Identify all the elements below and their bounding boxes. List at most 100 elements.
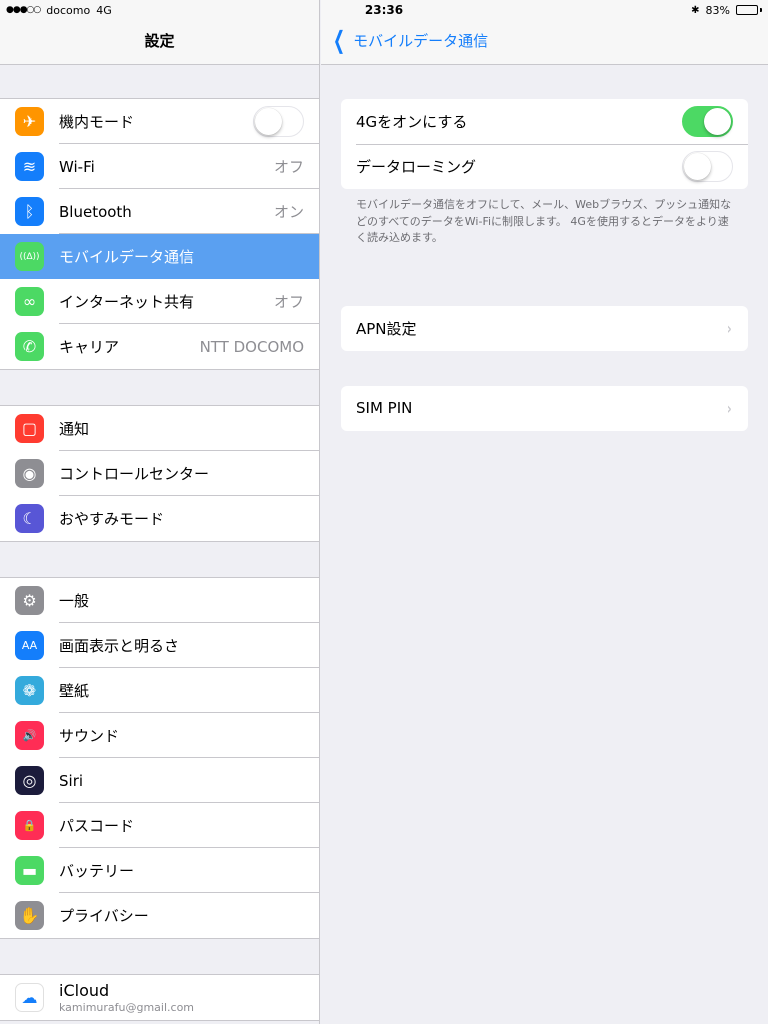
lte-label: 4Gをオンにする	[356, 113, 468, 131]
control-center-icon: ◉	[15, 459, 44, 488]
sidebar-item-label: iCloud	[59, 981, 110, 1000]
phone-icon: ✆	[15, 332, 44, 361]
account-email: kamimurafu@gmail.com	[59, 1001, 195, 1014]
battery-percent: 83%	[705, 3, 730, 17]
sidebar-item-label: Siri	[59, 771, 84, 790]
sidebar-item-label: Wi-Fi	[59, 157, 95, 176]
sidebar-item-label: 壁紙	[59, 682, 90, 700]
apn-settings-row[interactable]: APN設定 ›	[341, 306, 748, 351]
cellular-options-card: 4Gをオンにする データローミング	[341, 99, 748, 189]
sidebar-item[interactable]: ☁ iCloud kamimurafu@gmail.com	[0, 975, 319, 1020]
sidebar-item-label: 画面表示と明るさ	[59, 637, 180, 655]
status-time: 23:36	[364, 3, 404, 17]
chevron-right-icon: ›	[727, 398, 733, 418]
bluetooth-icon: ᛒ	[15, 197, 44, 226]
data-roaming-toggle[interactable]	[682, 151, 733, 182]
airplane-icon: ✈	[15, 107, 44, 136]
sidebar-item[interactable]: ◉ コントロールセンター	[0, 451, 319, 496]
settings-list: ✈ 機内モード ≋ Wi-Fi オフ ᛒ Bluetooth オン ((∆)) モバイルデータ通信…	[0, 65, 319, 1021]
sidebar-item[interactable]: ✆ キャリア NTT DOCOMO	[0, 324, 319, 369]
chevron-right-icon: ›	[727, 318, 733, 338]
sidebar-item[interactable]: ⚙ 一般	[0, 578, 319, 623]
sim-pin-label: SIM PIN	[356, 399, 413, 417]
sidebar-item-label: 通知	[59, 420, 90, 438]
sidebar-item-value: オフ	[273, 293, 304, 311]
sidebar-item[interactable]: ᛒ Bluetooth オン	[0, 189, 319, 234]
sidebar-item-label: プライバシー	[59, 907, 149, 925]
sidebar-item[interactable]: ✋ プライバシー	[0, 893, 319, 938]
cellular-footnote: モバイルデータ通信をオフにして、メール、Webブラウズ、プッシュ通知などのすべて…	[356, 198, 732, 244]
status-left: ●●●○○ docomo 4G	[6, 4, 112, 17]
sidebar-item-label: パスコード	[59, 817, 135, 835]
notifications-icon: ▢	[15, 414, 44, 443]
sidebar-item-label: バッテリー	[59, 862, 135, 880]
network-type: 4G	[96, 3, 112, 17]
sidebar-item[interactable]: 🔊 サウンド	[0, 713, 319, 758]
back-button[interactable]: ❮ モバイルデータ通信	[329, 28, 488, 52]
sidebar-item-label: コントロールセンター	[59, 465, 210, 483]
lte-toggle[interactable]	[682, 106, 733, 137]
speaker-icon: 🔊	[15, 721, 44, 750]
sidebar-item-label: おやすみモード	[59, 510, 165, 528]
sidebar-item[interactable]: ∞ インターネット共有 オフ	[0, 279, 319, 324]
cellular-antenna-icon: ((∆))	[15, 242, 44, 271]
sidebar-item[interactable]: ≋ Wi-Fi オフ	[0, 144, 319, 189]
hotspot-icon: ∞	[15, 287, 44, 316]
carrier-name: docomo	[46, 3, 91, 17]
battery-icon: ▬	[15, 856, 44, 885]
apn-settings-label: APN設定	[356, 319, 417, 338]
sidebar-item-label: サウンド	[59, 727, 120, 745]
airplane-mode-toggle[interactable]	[253, 106, 304, 137]
settings-group: ✈ 機内モード ≋ Wi-Fi オフ ᛒ Bluetooth オン ((∆)) モバイルデータ通信…	[0, 98, 319, 370]
back-button-label: モバイルデータ通信	[353, 31, 489, 50]
lte-row[interactable]: 4Gをオンにする	[341, 99, 748, 144]
sidebar-item[interactable]: ▢ 通知	[0, 406, 319, 451]
sidebar-item-label: キャリア	[59, 338, 120, 356]
wallpaper-icon: ❁	[15, 676, 44, 705]
sidebar-item[interactable]: ◎ Siri	[0, 758, 319, 803]
battery-status-icon	[736, 5, 762, 15]
moon-icon: ☾	[15, 504, 44, 533]
sidebar-item-label: 機内モード	[59, 113, 135, 131]
settings-group: ▢ 通知 ◉ コントロールセンター ☾ おやすみモード	[0, 405, 319, 542]
sim-pin-row[interactable]: SIM PIN ›	[341, 386, 748, 431]
signal-strength-icon: ●●●○○	[6, 5, 41, 15]
sidebar-item[interactable]: AA 画面表示と明るさ	[0, 623, 319, 668]
sidebar-item[interactable]: ❁ 壁紙	[0, 668, 319, 713]
bluetooth-status-icon: ✱	[691, 4, 700, 16]
data-roaming-row[interactable]: データローミング	[341, 144, 748, 189]
sidebar-item[interactable]: ((∆)) モバイルデータ通信	[0, 234, 319, 279]
gear-icon: ⚙	[15, 586, 44, 615]
sidebar-item-value: オフ	[273, 158, 304, 176]
sidebar-item-value: オン	[273, 203, 304, 221]
data-roaming-label: データローミング	[356, 158, 477, 176]
chevron-left-icon: ❮	[333, 26, 346, 54]
display-brightness-icon: AA	[15, 631, 44, 660]
sidebar-item[interactable]: 🔒 パスコード	[0, 803, 319, 848]
sidebar-item-label: インターネット共有	[59, 293, 195, 311]
sidebar-item-label: 一般	[59, 592, 90, 610]
sidebar-item[interactable]: ✈ 機内モード	[0, 99, 319, 144]
settings-group: ☁ iCloud kamimurafu@gmail.com	[0, 974, 319, 1021]
sidebar-item-label: Bluetooth	[59, 202, 132, 221]
status-bar: ●●●○○ docomo 4G 23:36 ✱ 83%	[0, 0, 768, 20]
sidebar-item[interactable]: ▬ バッテリー	[0, 848, 319, 893]
apn-card: APN設定 ›	[341, 305, 748, 351]
sidebar-item-text: iCloud kamimurafu@gmail.com	[59, 981, 319, 1014]
sidebar-item[interactable]: ☾ おやすみモード	[0, 496, 319, 541]
status-right: ✱ 83%	[691, 4, 762, 17]
lock-icon: 🔒	[15, 811, 44, 840]
sidebar-item-label: モバイルデータ通信	[59, 248, 195, 266]
settings-sidebar: 設定 ✈ 機内モード ≋ Wi-Fi オフ ᛒ Bluetooth オン ((∆)) モバイルデー…	[0, 0, 320, 1024]
settings-group: ⚙ 一般 AA 画面表示と明るさ ❁ 壁紙 🔊 サウンド ◎ Siri 🔒 パスコード ▬ バッテリー ✋ プ…	[0, 577, 319, 939]
wifi-icon: ≋	[15, 152, 44, 181]
icloud-icon: ☁	[15, 983, 44, 1012]
sidebar-item-value: NTT DOCOMO	[199, 337, 304, 356]
hand-icon: ✋	[15, 901, 44, 930]
sim-pin-card: SIM PIN ›	[341, 385, 748, 431]
siri-icon: ◎	[15, 766, 44, 795]
